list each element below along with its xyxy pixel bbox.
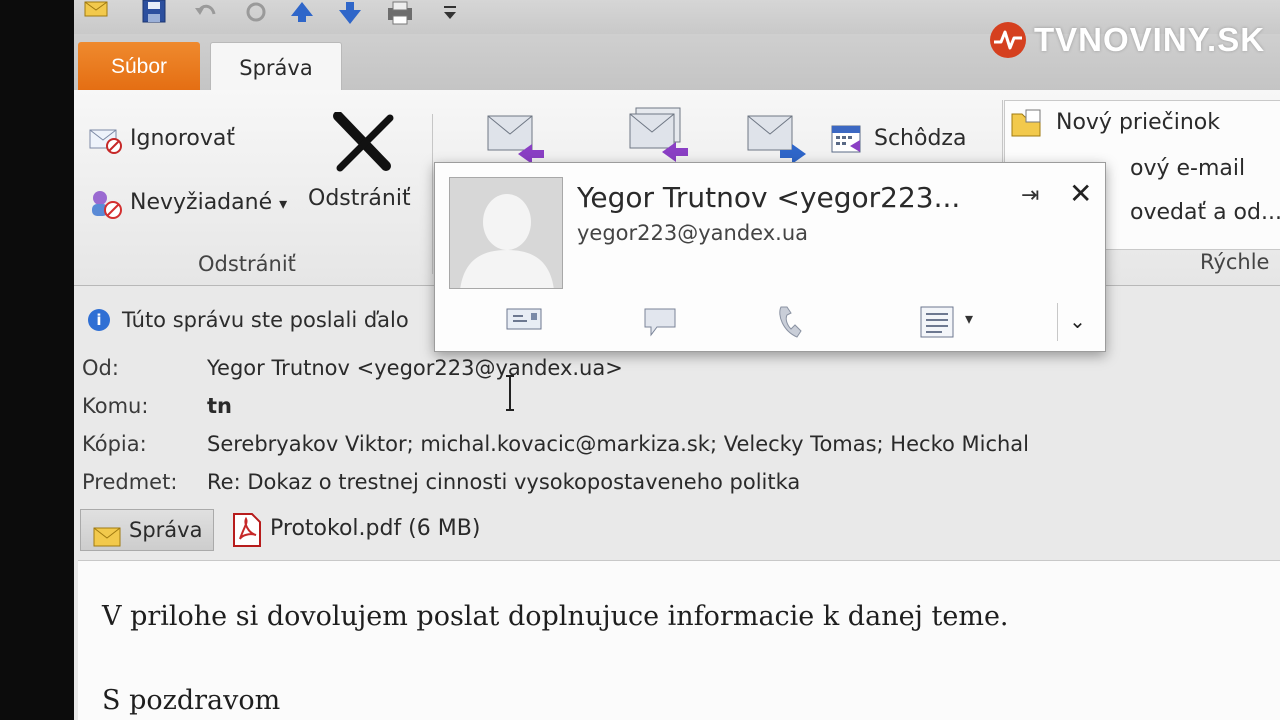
quick-steps-group-label: Rýchle <box>1200 250 1270 274</box>
new-email-button[interactable]: ový e-mail <box>1130 156 1245 181</box>
reply-delete-button[interactable]: ovedať a od... <box>1130 200 1280 225</box>
customize-toolbar-icon[interactable] <box>436 0 464 26</box>
to-label: Komu: <box>82 394 149 418</box>
reply-icon[interactable] <box>484 110 546 166</box>
ignore-icon <box>88 124 124 158</box>
contact-more-arrow[interactable]: ▾ <box>965 309 973 328</box>
delete-button[interactable]: Odstrániť <box>308 186 411 211</box>
down-arrow-icon[interactable] <box>336 0 364 26</box>
undo-icon[interactable] <box>192 0 220 26</box>
contact-name: Yegor Trutnov <yegor223... <box>577 181 961 214</box>
pin-icon[interactable]: ⇥ <box>1021 183 1039 208</box>
body-line-1: V prilohe si dovolujem poslat doplnujuce… <box>102 601 1009 632</box>
forward-icon[interactable] <box>744 110 808 166</box>
body-line-2: S pozdravom <box>102 685 281 716</box>
cc-value[interactable]: Serebryakov Viktor; michal.kovacic@marki… <box>207 432 1029 456</box>
up-arrow-icon[interactable] <box>288 0 316 26</box>
junk-icon <box>88 188 124 224</box>
message-tab-button[interactable]: Správa <box>80 509 214 551</box>
tab-message[interactable]: Správa <box>210 42 342 94</box>
cc-label: Kópia: <box>82 432 147 456</box>
envelope-icon <box>93 520 121 560</box>
to-value[interactable]: tn <box>207 394 232 418</box>
from-value[interactable]: Yegor Trutnov <yegor223@yandex.ua> <box>207 356 623 380</box>
pdf-attachment[interactable]: Protokol.pdf (6 MB) <box>232 509 480 551</box>
subject-label: Predmet: <box>82 470 178 494</box>
pdf-attachment-label: Protokol.pdf (6 MB) <box>270 516 481 541</box>
close-icon[interactable]: ✕ <box>1069 177 1092 210</box>
delete-group-label: Odstrániť <box>198 252 296 276</box>
folder-icon <box>1010 108 1044 142</box>
from-label: Od: <box>82 356 119 380</box>
junk-button[interactable]: Nevyžiadané ▾ <box>130 190 287 215</box>
save-icon[interactable] <box>140 0 168 26</box>
info-bar: i Túto správu ste poslali ďalo <box>88 308 409 342</box>
chat-icon[interactable] <box>641 305 679 341</box>
send-receive-icon[interactable] <box>82 0 110 26</box>
outlook-window: Súbor Správa Ignorovať Nevyžiadané ▾ Ods… <box>74 0 1280 720</box>
message-body[interactable]: V prilohe si dovolujem poslat doplnujuce… <box>78 560 1280 720</box>
pdf-icon <box>232 513 262 561</box>
subject-value: Re: Dokaz o trestnej cinnosti vysokopost… <box>207 470 801 494</box>
info-icon: i <box>88 309 110 331</box>
contact-card: Yegor Trutnov <yegor223... yegor223@yand… <box>434 162 1106 352</box>
junk-label: Nevyžiadané <box>130 190 273 215</box>
junk-dropdown-arrow[interactable]: ▾ <box>279 194 287 213</box>
redo-icon[interactable] <box>242 0 270 26</box>
text-cursor-icon <box>505 374 514 411</box>
email-contact-icon[interactable] <box>505 305 543 337</box>
meeting-button[interactable]: Schôdza <box>874 126 966 151</box>
info-bar-text: Túto správu ste poslali ďalo <box>122 308 409 332</box>
reply-all-icon[interactable] <box>626 106 692 166</box>
message-tab-label: Správa <box>129 518 203 542</box>
watermark-text: TVNOVINY.SK <box>1034 21 1266 58</box>
ignore-button[interactable]: Ignorovať <box>130 126 235 151</box>
print-icon[interactable] <box>386 0 414 26</box>
attachment-bar: Správa Protokol.pdf (6 MB) <box>74 505 1280 553</box>
phone-icon[interactable] <box>775 305 805 343</box>
ribbon-separator <box>432 114 433 274</box>
contact-actions: ▾ <box>435 299 1105 345</box>
contact-email[interactable]: yegor223@yandex.ua <box>577 221 808 245</box>
meeting-icon <box>830 122 864 158</box>
tab-file[interactable]: Súbor <box>78 42 200 92</box>
contact-card-icon[interactable] <box>919 305 959 343</box>
delete-icon[interactable] <box>332 111 396 176</box>
new-folder-button[interactable]: Nový priečinok <box>1056 110 1220 135</box>
expand-card-icon[interactable]: ⌄ <box>1057 303 1097 341</box>
tvnoviny-logo-icon <box>988 20 1028 60</box>
contact-avatar[interactable] <box>449 177 563 289</box>
